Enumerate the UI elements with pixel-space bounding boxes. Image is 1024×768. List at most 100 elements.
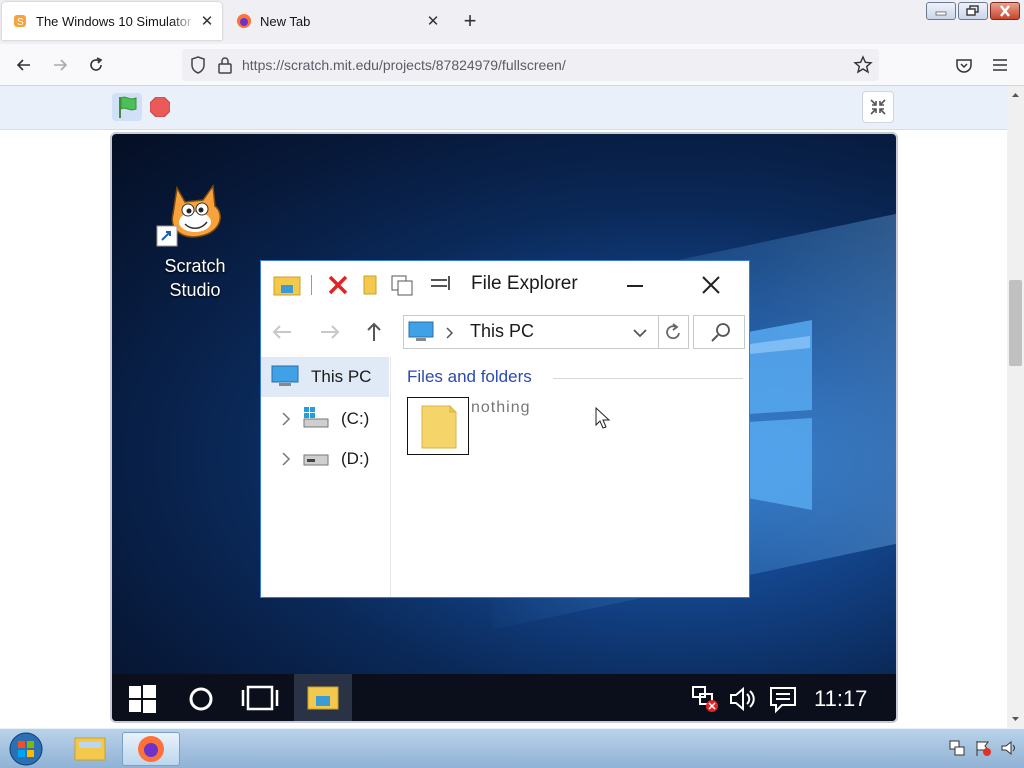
expand-chevron-icon[interactable] bbox=[279, 411, 293, 427]
this-pc-icon bbox=[271, 365, 299, 386]
stop-icon bbox=[149, 96, 171, 118]
address-bar[interactable]: This PC bbox=[403, 315, 659, 349]
action-center-icon[interactable] bbox=[768, 684, 798, 714]
file-explorer-titlebar[interactable]: File Explorer bbox=[261, 261, 749, 309]
taskbar-clock[interactable]: 11:17 bbox=[814, 686, 867, 712]
delete-icon[interactable] bbox=[327, 274, 349, 296]
nav-bar: https://scratch.mit.edu/projects/8782497… bbox=[0, 44, 1024, 86]
navigation-pane: This PC (C:) (D:) bbox=[261, 357, 391, 597]
restore-button[interactable] bbox=[958, 2, 988, 20]
windows-logo-wallpaper-icon bbox=[748, 320, 812, 510]
screen: S The Windows 10 Simulator on Scratch ✕ … bbox=[0, 0, 1024, 768]
stop-button[interactable] bbox=[149, 96, 171, 118]
back-arrow-icon[interactable] bbox=[269, 319, 295, 345]
properties-icon[interactable] bbox=[429, 274, 455, 296]
close-window-button[interactable] bbox=[990, 2, 1020, 20]
task-view-icon[interactable] bbox=[240, 684, 280, 714]
minimize-icon[interactable] bbox=[623, 273, 647, 297]
page-scrollbar[interactable] bbox=[1007, 86, 1024, 728]
refresh-button[interactable] bbox=[659, 315, 689, 349]
file-explorer-taskbar-icon bbox=[307, 686, 339, 710]
os-taskbar bbox=[0, 728, 1024, 768]
os-taskbar-firefox-button[interactable] bbox=[122, 732, 180, 766]
scroll-up-icon[interactable] bbox=[1007, 88, 1024, 102]
start-windows-icon[interactable] bbox=[128, 684, 158, 714]
new-tab-button[interactable]: + bbox=[458, 8, 482, 36]
reload-button[interactable] bbox=[82, 52, 110, 78]
scratch-cat-icon bbox=[156, 183, 221, 247]
system-tray bbox=[948, 739, 1018, 757]
action-center-flag-icon[interactable] bbox=[974, 739, 992, 757]
tab-close-icon[interactable]: ✕ bbox=[422, 12, 444, 30]
mouse-cursor-icon bbox=[595, 407, 611, 429]
sidebar-item-drive-d[interactable]: (D:) bbox=[261, 441, 389, 477]
tab-windows-simulator[interactable]: S The Windows 10 Simulator on Scratch ✕ bbox=[2, 2, 222, 40]
tab-title: New Tab bbox=[260, 13, 311, 29]
file-explorer-app-icon bbox=[273, 276, 301, 296]
back-arrow-icon bbox=[16, 59, 30, 71]
copy-icon[interactable] bbox=[389, 273, 415, 297]
firefox-favicon-icon bbox=[237, 14, 251, 28]
speaker-tray-icon[interactable] bbox=[1000, 739, 1018, 757]
file-item-name[interactable]: nothing bbox=[471, 399, 531, 417]
refresh-icon bbox=[666, 323, 680, 340]
back-button[interactable] bbox=[10, 52, 38, 78]
green-flag-button[interactable] bbox=[112, 93, 142, 121]
scratch-stage-header bbox=[0, 86, 1007, 130]
breadcrumb-chevron-icon bbox=[446, 327, 454, 339]
close-icon[interactable] bbox=[699, 273, 723, 297]
windows-drive-icon bbox=[303, 407, 329, 428]
bookmark-star-icon[interactable] bbox=[853, 55, 873, 75]
tab-strip: S The Windows 10 Simulator on Scratch ✕ … bbox=[0, 0, 1024, 44]
scratch-stage[interactable]: Scratch Studio File Explorer This PC Thi… bbox=[110, 132, 898, 723]
folder-icon bbox=[74, 737, 106, 761]
tab-close-icon[interactable]: ✕ bbox=[196, 12, 218, 30]
network-disconnected-icon[interactable] bbox=[690, 684, 720, 714]
lock-icon[interactable] bbox=[216, 55, 234, 75]
file-item-selected[interactable] bbox=[407, 397, 469, 455]
sidebar-item-this-pc[interactable]: This PC bbox=[261, 357, 389, 397]
this-pc-icon bbox=[408, 321, 434, 341]
firefox-icon bbox=[138, 736, 164, 762]
network-tray-icon[interactable] bbox=[948, 739, 966, 757]
taskbar-file-explorer-button[interactable] bbox=[294, 674, 352, 721]
scroll-down-icon[interactable] bbox=[1007, 712, 1024, 726]
tracking-shield-icon[interactable] bbox=[188, 55, 208, 75]
file-explorer-window[interactable]: File Explorer This PC This PC (C:) (D:) … bbox=[260, 260, 750, 598]
sidebar-item-label: (C:) bbox=[341, 409, 370, 428]
volume-icon[interactable] bbox=[728, 684, 758, 714]
up-arrow-icon[interactable] bbox=[361, 319, 387, 345]
desktop-icon-label-line1: Scratch bbox=[164, 256, 226, 276]
tab-title: The Windows 10 Simulator on Scratch bbox=[36, 13, 196, 29]
green-flag-icon bbox=[119, 96, 137, 118]
new-folder-icon[interactable] bbox=[363, 274, 377, 296]
sidebar-item-label: This PC bbox=[311, 367, 372, 386]
minimize-button[interactable] bbox=[926, 2, 956, 20]
os-taskbar-explorer-button[interactable] bbox=[60, 732, 118, 766]
pocket-icon bbox=[956, 59, 972, 73]
reload-icon bbox=[90, 57, 103, 71]
url-bar[interactable]: https://scratch.mit.edu/projects/8782497… bbox=[182, 49, 879, 81]
scrollbar-thumb[interactable] bbox=[1009, 280, 1022, 366]
sidebar-item-drive-c[interactable]: (C:) bbox=[261, 401, 389, 437]
win10-taskbar: 11:17 bbox=[112, 674, 896, 721]
search-box[interactable] bbox=[693, 315, 745, 349]
scratch-favicon-icon: S bbox=[14, 15, 26, 28]
cortana-icon[interactable] bbox=[186, 684, 216, 714]
forward-arrow-icon[interactable] bbox=[317, 319, 343, 345]
expand-chevron-icon[interactable] bbox=[279, 451, 293, 467]
tab-new-tab[interactable]: New Tab ✕ bbox=[226, 2, 448, 40]
url-text[interactable]: https://scratch.mit.edu/projects/8782497… bbox=[242, 57, 566, 73]
start-orb-icon[interactable] bbox=[6, 731, 46, 767]
close-icon bbox=[1000, 5, 1010, 17]
exit-fullscreen-button[interactable] bbox=[862, 91, 894, 123]
window-controls bbox=[926, 2, 1020, 20]
pocket-button[interactable] bbox=[950, 52, 978, 78]
menu-button[interactable] bbox=[986, 52, 1014, 78]
svg-text:S: S bbox=[17, 17, 24, 28]
minimize-icon bbox=[935, 11, 947, 16]
address-text: This PC bbox=[470, 321, 535, 341]
forward-button[interactable] bbox=[46, 52, 74, 78]
dropdown-chevron-icon[interactable] bbox=[630, 323, 650, 343]
desktop-icon-scratch-studio[interactable]: Scratch Studio bbox=[152, 178, 238, 302]
